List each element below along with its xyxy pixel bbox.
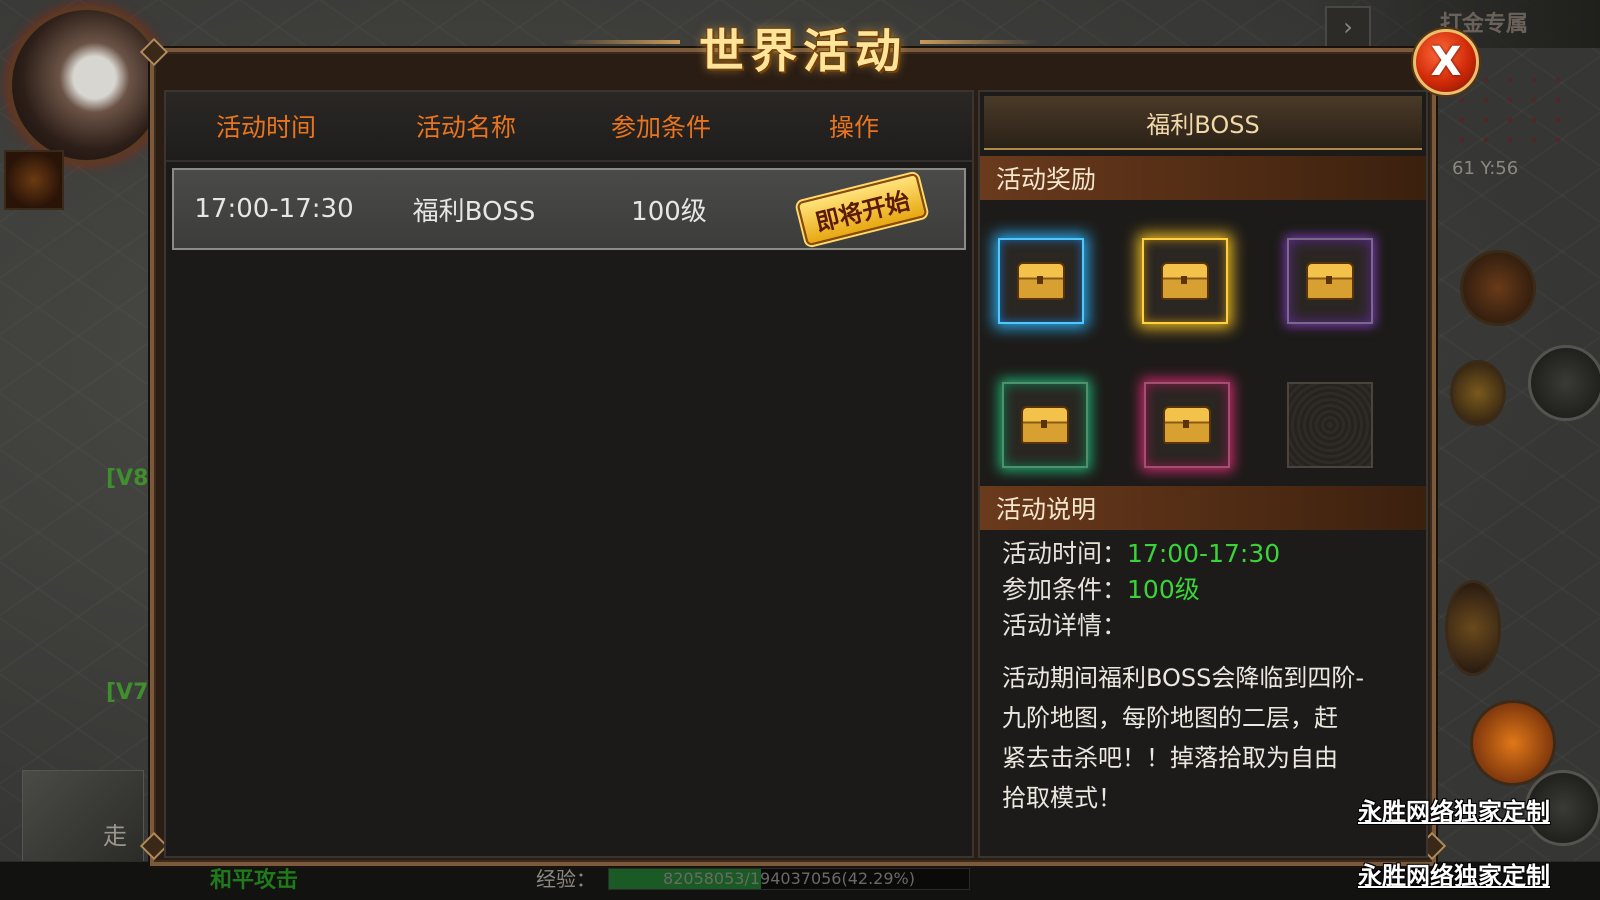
activity-name-cell: 福利BOSS xyxy=(412,196,536,227)
activity-list-panel: 活动时间 活动名称 参加条件 操作 17:00-17:30 福利BOSS 100… xyxy=(164,90,974,858)
close-button[interactable]: X xyxy=(1413,29,1479,95)
column-header-name: 活动名称 xyxy=(415,113,516,142)
exp-label: 经验： xyxy=(536,867,596,891)
detail-title: 福利BOSS xyxy=(984,96,1422,150)
column-header-action: 操作 xyxy=(828,113,879,142)
desc-condition-label: 参加条件： xyxy=(1002,575,1128,604)
attack-mode-toggle[interactable]: 和平攻击 xyxy=(210,862,298,894)
desc-detail-line: 拾取模式！ xyxy=(1002,784,1122,812)
reward-section-header: 活动奖励 xyxy=(980,156,1426,200)
pink-chest-icon[interactable] xyxy=(1144,382,1230,468)
watermark-text: 永胜网络独家定制 xyxy=(1358,797,1550,826)
desc-detail-line: 活动期间福利BOSS会降临到四阶- xyxy=(1002,664,1365,692)
desc-detail-label: 活动详情： xyxy=(1002,611,1128,640)
dialog-title: 世界活动 xyxy=(699,24,907,78)
purple-chest-icon[interactable] xyxy=(1287,238,1373,324)
desc-detail-line: 紧去击杀吧！！掉落拾取为自由 xyxy=(1002,744,1338,772)
empty-reward-slot xyxy=(1287,382,1373,468)
expand-arrow-button[interactable]: › xyxy=(1325,6,1371,48)
column-header-condition: 参加条件 xyxy=(610,113,711,142)
reward-grid xyxy=(980,200,1426,486)
table-header: 活动时间 活动名称 参加条件 操作 xyxy=(166,92,972,162)
desc-detail-line: 九阶地图，每阶地图的二层，赶 xyxy=(1002,704,1338,732)
green-chest-icon[interactable] xyxy=(1002,382,1088,468)
walk-label: 走 xyxy=(103,822,127,850)
gold-chest-icon[interactable] xyxy=(1142,238,1228,324)
activity-condition-cell: 100级 xyxy=(631,196,707,227)
table-row[interactable]: 17:00-17:30 福利BOSS 100级 即将开始 xyxy=(172,168,966,250)
desc-condition-line: 参加条件：100级 xyxy=(980,572,1426,608)
description-section-header: 活动说明 xyxy=(980,486,1426,530)
blue-chest-icon[interactable] xyxy=(998,238,1084,324)
attack-skill-icon[interactable] xyxy=(1470,700,1556,786)
exp-text: 82058053/194037056(42.29%) xyxy=(663,869,915,888)
watermark-text: 永胜网络独家定制 xyxy=(1358,861,1550,890)
desc-condition-value: 100级 xyxy=(1127,575,1200,604)
target-shortcut-icon[interactable] xyxy=(1450,360,1506,426)
title-ornament xyxy=(560,40,680,44)
skill-wheel-icon[interactable] xyxy=(1528,345,1600,421)
desc-time-label: 活动时间： xyxy=(1002,539,1128,568)
skill-slot-icon[interactable] xyxy=(1445,580,1501,676)
walk-button[interactable]: 走 xyxy=(22,770,144,862)
title-ornament xyxy=(920,40,1040,44)
activity-action-cell: 即将开始 xyxy=(764,172,960,246)
coordinates-readout: 61 Y:56 xyxy=(1452,158,1519,179)
column-header-time: 活动时间 xyxy=(215,113,316,142)
buff-icon[interactable] xyxy=(4,150,64,210)
activity-time-cell: 17:00-17:30 xyxy=(194,194,354,224)
bag-shortcut-icon[interactable] xyxy=(1460,250,1536,326)
player-avatar[interactable] xyxy=(8,6,166,164)
exp-progress-bar: 82058053/194037056(42.29%) xyxy=(608,868,970,890)
desc-time-value: 17:00-17:30 xyxy=(1127,539,1281,568)
activity-detail-panel: 福利BOSS 活动奖励 活动说明 活动时间：17:00-17:30 参加条件：1… xyxy=(978,90,1428,858)
coming-soon-stamp: 即将开始 xyxy=(796,172,928,246)
desc-time-line: 活动时间：17:00-17:30 xyxy=(980,536,1426,572)
